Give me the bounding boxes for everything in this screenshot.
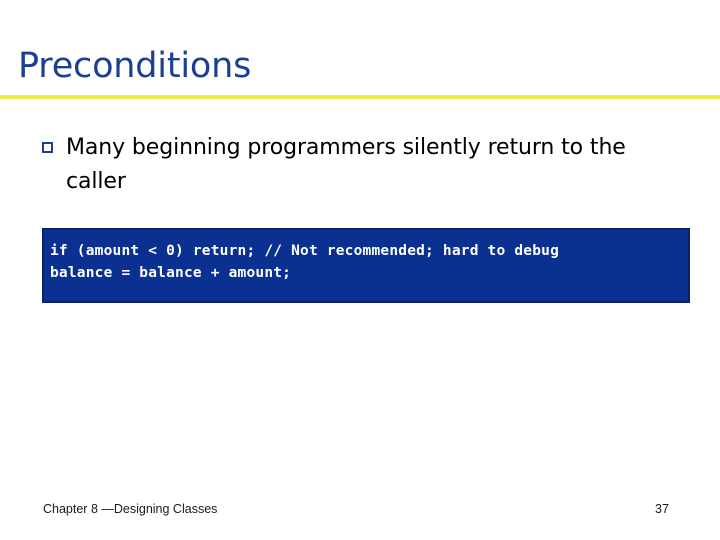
footer-chapter-label: Chapter 8 —Designing Classes (43, 502, 218, 516)
bullet-list: Many beginning programmers silently retu… (42, 131, 666, 199)
square-bullet-icon (42, 142, 53, 153)
code-line: if (amount < 0) return; // Not recommend… (50, 243, 559, 259)
code-line: balance = balance + amount; (50, 265, 292, 281)
list-item: Many beginning programmers silently retu… (42, 131, 666, 199)
footer-page-number: 37 (655, 502, 669, 516)
code-block: if (amount < 0) return; // Not recommend… (42, 228, 690, 303)
page-title: Preconditions (18, 46, 252, 86)
title-divider (0, 95, 720, 99)
slide: Preconditions Many beginning programmers… (0, 0, 720, 540)
bullet-item-label: Many beginning programmers silently retu… (66, 135, 626, 194)
